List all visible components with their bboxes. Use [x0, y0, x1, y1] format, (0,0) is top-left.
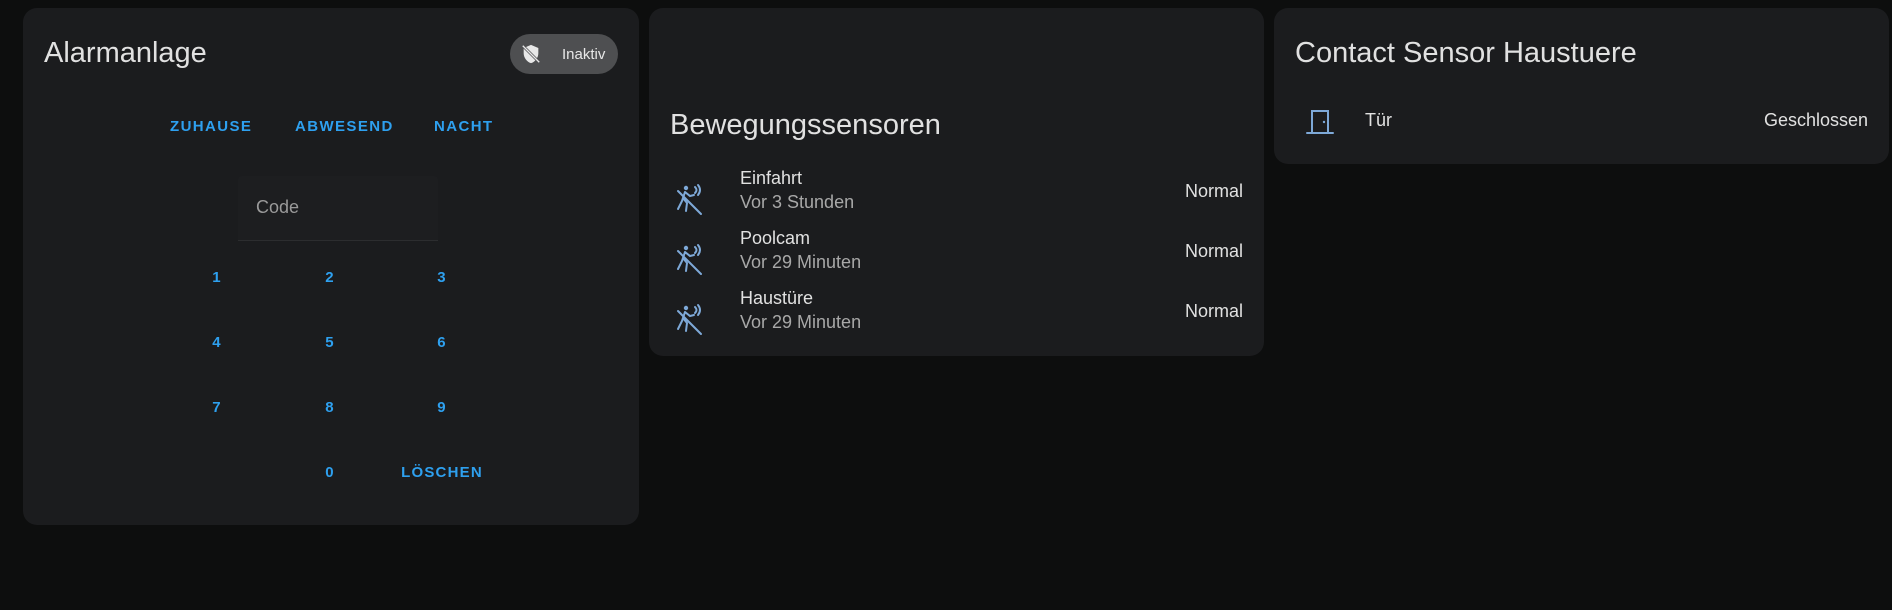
sensor-name: Haustüre — [740, 288, 814, 308]
alarm-status-badge[interactable]: Inaktiv — [510, 34, 618, 74]
keypad-key-0[interactable]: 0 — [285, 464, 375, 481]
keypad-key-4[interactable]: 4 — [172, 334, 262, 351]
sensor-name: Poolcam — [740, 228, 811, 248]
contact-sensor-state: Geschlossen — [1763, 110, 1868, 130]
shield-off-icon — [520, 43, 542, 65]
motion-sensor-row-poolcam[interactable]: Poolcam Vor 29 Minuten Normal — [649, 228, 1264, 288]
mode-night-button[interactable]: NACHT — [434, 118, 494, 135]
motion-sensor-row-einfahrt[interactable]: Einfahrt Vor 3 Stunden Normal — [649, 168, 1264, 228]
sensor-state: Normal — [1184, 181, 1243, 201]
motion-sensor-row-haustuere[interactable]: Haustüre Vor 29 Minuten Normal — [649, 288, 1264, 348]
alarm-card-title: Alarmanlage — [44, 37, 207, 69]
motion-sensor-icon — [674, 182, 708, 216]
keypad-key-8[interactable]: 8 — [285, 399, 375, 416]
sensor-last-changed: Vor 3 Stunden — [740, 192, 855, 212]
keypad-key-2[interactable]: 2 — [285, 269, 375, 286]
motion-sensor-icon — [674, 302, 708, 336]
contact-card-title: Contact Sensor Haustuere — [1295, 37, 1637, 69]
alarm-status-label: Inaktiv — [562, 45, 606, 63]
motion-sensor-icon — [674, 242, 708, 276]
keypad-clear-button[interactable]: LÖSCHEN — [397, 464, 487, 481]
keypad-key-3[interactable]: 3 — [397, 269, 487, 286]
keypad-key-7[interactable]: 7 — [172, 399, 262, 416]
sensor-name: Einfahrt — [740, 168, 803, 188]
contact-sensor-name: Tür — [1365, 110, 1392, 130]
motion-sensors-card: Bewegungssensoren Einfahrt Vor 3 Stunden… — [649, 8, 1264, 356]
alarm-panel-card: Alarmanlage Inaktiv ZUHAUSE ABWESEND NAC… — [23, 8, 639, 525]
keypad-key-5[interactable]: 5 — [285, 334, 375, 351]
keypad-key-1[interactable]: 1 — [172, 269, 262, 286]
sensor-last-changed: Vor 29 Minuten — [740, 252, 862, 272]
keypad-key-6[interactable]: 6 — [397, 334, 487, 351]
sensor-state: Normal — [1184, 301, 1243, 321]
keypad-key-9[interactable]: 9 — [397, 399, 487, 416]
sensor-last-changed: Vor 29 Minuten — [740, 312, 862, 332]
motion-card-title: Bewegungssensoren — [670, 109, 941, 141]
mode-away-button[interactable]: ABWESEND — [295, 118, 394, 135]
door-closed-icon — [1304, 106, 1336, 138]
sensor-state: Normal — [1184, 241, 1243, 261]
contact-sensor-card: Contact Sensor Haustuere Tür Geschlossen — [1274, 8, 1889, 164]
code-input[interactable]: Code — [238, 176, 438, 241]
mode-home-button[interactable]: ZUHAUSE — [170, 118, 252, 135]
